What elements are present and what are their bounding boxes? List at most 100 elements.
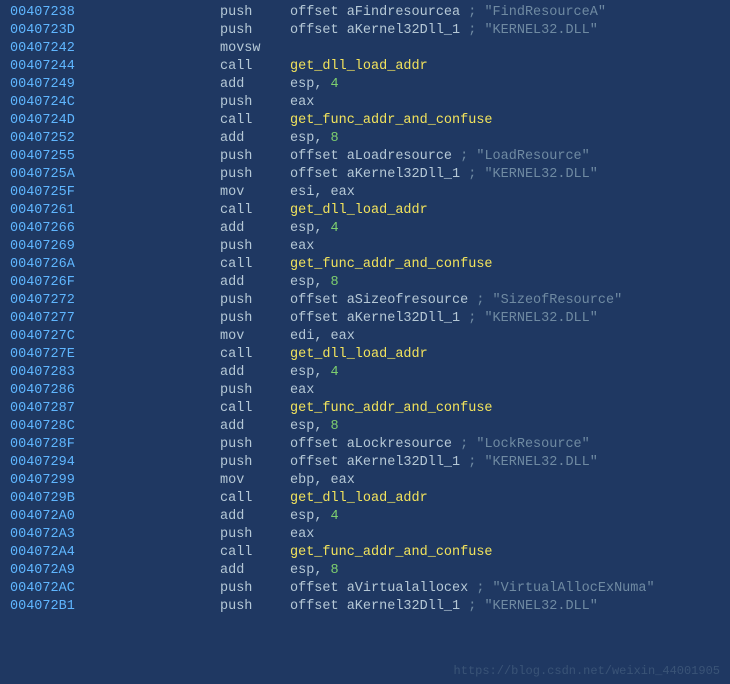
asm-line[interactable]: 004072A4callget_func_addr_and_confuse bbox=[10, 544, 720, 562]
address[interactable]: 00407269 bbox=[10, 238, 220, 256]
address[interactable]: 00407283 bbox=[10, 364, 220, 382]
address[interactable]: 0040725F bbox=[10, 184, 220, 202]
asm-line[interactable]: 00407299movebp, eax bbox=[10, 472, 720, 490]
mnemonic: push bbox=[220, 436, 290, 454]
address[interactable]: 0040727E bbox=[10, 346, 220, 364]
address[interactable]: 004072AC bbox=[10, 580, 220, 598]
asm-line[interactable]: 004072A9addesp, 8 bbox=[10, 562, 720, 580]
asm-line[interactable]: 00407266addesp, 4 bbox=[10, 220, 720, 238]
asm-line[interactable]: 0040726Acallget_func_addr_and_confuse bbox=[10, 256, 720, 274]
asm-line[interactable]: 00407261callget_dll_load_addr bbox=[10, 202, 720, 220]
asm-line[interactable]: 00407277pushoffset aKernel32Dll_1 ; "KER… bbox=[10, 310, 720, 328]
address[interactable]: 00407242 bbox=[10, 40, 220, 58]
address[interactable]: 00407277 bbox=[10, 310, 220, 328]
mnemonic: call bbox=[220, 490, 290, 508]
asm-line[interactable]: 0040727Ecallget_dll_load_addr bbox=[10, 346, 720, 364]
address[interactable]: 004072A0 bbox=[10, 508, 220, 526]
operand-part: "LoadResource" bbox=[476, 149, 589, 164]
address[interactable]: 004072A9 bbox=[10, 562, 220, 580]
operand-part: , bbox=[314, 419, 330, 434]
address[interactable]: 0040726F bbox=[10, 274, 220, 292]
asm-line[interactable]: 00407255pushoffset aLoadresource ; "Load… bbox=[10, 148, 720, 166]
function-ref[interactable]: get_func_addr_and_confuse bbox=[290, 113, 493, 128]
function-ref[interactable]: get_func_addr_and_confuse bbox=[290, 401, 493, 416]
asm-line[interactable]: 004072A0addesp, 4 bbox=[10, 508, 720, 526]
asm-line[interactable]: 0040723Dpushoffset aKernel32Dll_1 ; "KER… bbox=[10, 22, 720, 40]
mnemonic: movsw bbox=[220, 40, 290, 58]
asm-line[interactable]: 0040727Cmovedi, eax bbox=[10, 328, 720, 346]
address[interactable]: 00407272 bbox=[10, 292, 220, 310]
operand-part: offset aLoadresource bbox=[290, 149, 460, 164]
asm-line[interactable]: 0040726Faddesp, 8 bbox=[10, 274, 720, 292]
asm-line[interactable]: 00407286pusheax bbox=[10, 382, 720, 400]
address[interactable]: 0040723D bbox=[10, 22, 220, 40]
disassembly-listing[interactable]: 00407238pushoffset aFindresourcea ; "Fin… bbox=[10, 4, 720, 616]
asm-line[interactable]: 0040724Dcallget_func_addr_and_confuse bbox=[10, 112, 720, 130]
asm-line[interactable]: 0040728Fpushoffset aLockresource ; "Lock… bbox=[10, 436, 720, 454]
asm-line[interactable]: 00407249addesp, 4 bbox=[10, 76, 720, 94]
address[interactable]: 0040724C bbox=[10, 94, 220, 112]
address[interactable]: 00407286 bbox=[10, 382, 220, 400]
address[interactable]: 00407287 bbox=[10, 400, 220, 418]
operand-part: , bbox=[314, 77, 330, 92]
address[interactable]: 0040725A bbox=[10, 166, 220, 184]
operand-part: , bbox=[314, 563, 330, 578]
address[interactable]: 00407255 bbox=[10, 148, 220, 166]
address[interactable]: 0040729B bbox=[10, 490, 220, 508]
asm-line[interactable]: 00407269pusheax bbox=[10, 238, 720, 256]
mnemonic: add bbox=[220, 364, 290, 382]
address[interactable]: 00407244 bbox=[10, 58, 220, 76]
asm-line[interactable]: 004072B1pushoffset aKernel32Dll_1 ; "KER… bbox=[10, 598, 720, 616]
function-ref[interactable]: get_func_addr_and_confuse bbox=[290, 545, 493, 560]
address[interactable]: 00407294 bbox=[10, 454, 220, 472]
asm-line[interactable]: 00407252addesp, 8 bbox=[10, 130, 720, 148]
function-ref[interactable]: get_func_addr_and_confuse bbox=[290, 257, 493, 272]
asm-line[interactable]: 0040724Cpusheax bbox=[10, 94, 720, 112]
asm-line[interactable]: 004072ACpushoffset aVirtualallocex ; "Vi… bbox=[10, 580, 720, 598]
function-ref[interactable]: get_dll_load_addr bbox=[290, 203, 428, 218]
asm-line[interactable]: 004072A3pusheax bbox=[10, 526, 720, 544]
asm-line[interactable]: 0040729Bcallget_dll_load_addr bbox=[10, 490, 720, 508]
function-ref[interactable]: get_dll_load_addr bbox=[290, 59, 428, 74]
operand-part: esp bbox=[290, 419, 314, 434]
asm-line[interactable]: 0040725Fmovesi, eax bbox=[10, 184, 720, 202]
asm-line[interactable]: 00407238pushoffset aFindresourcea ; "Fin… bbox=[10, 4, 720, 22]
mnemonic: add bbox=[220, 220, 290, 238]
operand-part: 8 bbox=[331, 563, 339, 578]
asm-line[interactable]: 00407272pushoffset aSizeofresource ; "Si… bbox=[10, 292, 720, 310]
address[interactable]: 004072A3 bbox=[10, 526, 220, 544]
mnemonic: push bbox=[220, 166, 290, 184]
asm-line[interactable]: 00407242movsw bbox=[10, 40, 720, 58]
address[interactable]: 00407299 bbox=[10, 472, 220, 490]
asm-line[interactable]: 00407283addesp, 4 bbox=[10, 364, 720, 382]
operand-part: "KERNEL32.DLL" bbox=[484, 23, 597, 38]
address[interactable]: 00407238 bbox=[10, 4, 220, 22]
asm-line[interactable]: 0040728Caddesp, 8 bbox=[10, 418, 720, 436]
address[interactable]: 0040728F bbox=[10, 436, 220, 454]
address[interactable]: 0040726A bbox=[10, 256, 220, 274]
function-ref[interactable]: get_dll_load_addr bbox=[290, 491, 428, 506]
address[interactable]: 00407266 bbox=[10, 220, 220, 238]
address[interactable]: 004072A4 bbox=[10, 544, 220, 562]
asm-line[interactable]: 0040725Apushoffset aKernel32Dll_1 ; "KER… bbox=[10, 166, 720, 184]
operand-part: , bbox=[314, 131, 330, 146]
address[interactable]: 0040727C bbox=[10, 328, 220, 346]
mnemonic: push bbox=[220, 454, 290, 472]
operand-part: esp bbox=[290, 77, 314, 92]
operand-part: eax bbox=[331, 473, 355, 488]
operand-part: eax bbox=[331, 329, 355, 344]
address[interactable]: 00407261 bbox=[10, 202, 220, 220]
function-ref[interactable]: get_dll_load_addr bbox=[290, 347, 428, 362]
operand-part: esp bbox=[290, 131, 314, 146]
address[interactable]: 0040724D bbox=[10, 112, 220, 130]
operand-part: offset aSizeofresource bbox=[290, 293, 476, 308]
address[interactable]: 004072B1 bbox=[10, 598, 220, 616]
address[interactable]: 00407252 bbox=[10, 130, 220, 148]
asm-line[interactable]: 00407244callget_dll_load_addr bbox=[10, 58, 720, 76]
address[interactable]: 00407249 bbox=[10, 76, 220, 94]
operand-part: 8 bbox=[331, 275, 339, 290]
asm-line[interactable]: 00407294pushoffset aKernel32Dll_1 ; "KER… bbox=[10, 454, 720, 472]
address[interactable]: 0040728C bbox=[10, 418, 220, 436]
asm-line[interactable]: 00407287callget_func_addr_and_confuse bbox=[10, 400, 720, 418]
operand-part: "LockResource" bbox=[476, 437, 589, 452]
